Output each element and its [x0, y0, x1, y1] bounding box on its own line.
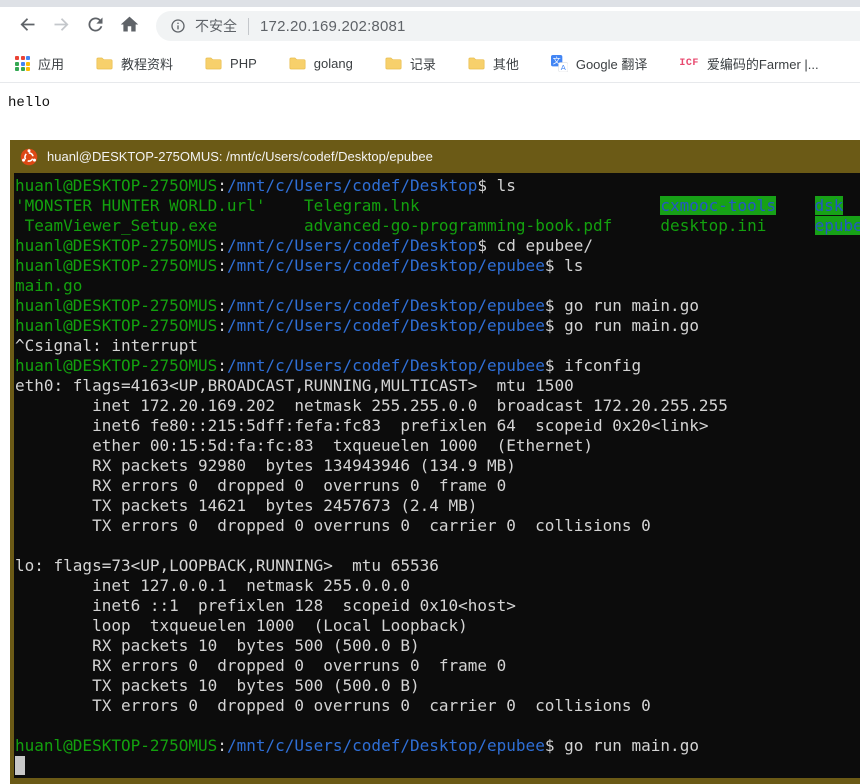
- reload-icon: [85, 14, 106, 38]
- bookmark-item-others[interactable]: 其他: [459, 50, 528, 78]
- window-top-strip: [0, 0, 860, 7]
- terminal-titlebar[interactable]: huanl@DESKTOP-275OMUS: /mnt/c/Users/code…: [10, 140, 860, 173]
- address-bar[interactable]: 不安全 172.20.169.202:8081: [156, 11, 860, 41]
- screen: 不安全 172.20.169.202:8081 应用 教程资料 PHP gola…: [0, 0, 860, 784]
- forward-arrow-icon: [51, 14, 72, 38]
- terminal-window: huanl@DESKTOP-275OMUS: /mnt/c/Users/code…: [10, 140, 860, 784]
- bookmark-item-apps[interactable]: 应用: [6, 50, 73, 78]
- folder-icon: [385, 56, 402, 71]
- home-button[interactable]: [112, 9, 146, 43]
- folder-icon: [205, 56, 222, 71]
- bookmark-item-farmer[interactable]: ICF 爱编码的Farmer |...: [670, 50, 827, 78]
- page-text: hello: [8, 95, 50, 111]
- bookmark-item-notes[interactable]: 记录: [376, 50, 445, 78]
- back-button[interactable]: [10, 9, 44, 43]
- ubuntu-icon[interactable]: [20, 148, 38, 166]
- icf-icon: ICF: [679, 58, 699, 69]
- terminal-output: huanl@DESKTOP-275OMUS:/mnt/c/Users/codef…: [15, 176, 860, 776]
- apps-grid-icon: [15, 56, 30, 71]
- bookmark-item-php[interactable]: PHP: [196, 50, 266, 78]
- bookmark-item-google-translate[interactable]: 文 A Google 翻译: [542, 50, 657, 78]
- folder-icon: [289, 56, 306, 71]
- address-separator: [248, 18, 249, 35]
- browser-toolbar: 不安全 172.20.169.202:8081: [0, 7, 860, 45]
- security-label[interactable]: 不安全: [195, 16, 237, 36]
- terminal-title: huanl@DESKTOP-275OMUS: /mnt/c/Users/code…: [47, 149, 433, 164]
- folder-icon: [468, 56, 485, 71]
- address-url: 172.20.169.202:8081: [260, 18, 406, 35]
- google-translate-icon: 文 A: [551, 55, 568, 72]
- page-content: hello: [0, 83, 860, 121]
- folder-icon: [96, 56, 113, 71]
- bookmarks-bar: 应用 教程资料 PHP golang 记录 其他: [0, 45, 860, 83]
- home-icon: [119, 14, 140, 38]
- bookmark-item-tutorials[interactable]: 教程资料: [87, 50, 182, 78]
- browser-window: 不安全 172.20.169.202:8081 应用 教程资料 PHP gola…: [0, 0, 860, 121]
- bookmark-item-golang[interactable]: golang: [280, 50, 362, 78]
- info-icon: [170, 18, 186, 34]
- reload-button[interactable]: [78, 9, 112, 43]
- forward-button[interactable]: [44, 9, 78, 43]
- terminal-body[interactable]: huanl@DESKTOP-275OMUS:/mnt/c/Users/codef…: [10, 173, 860, 784]
- back-arrow-icon: [17, 14, 38, 38]
